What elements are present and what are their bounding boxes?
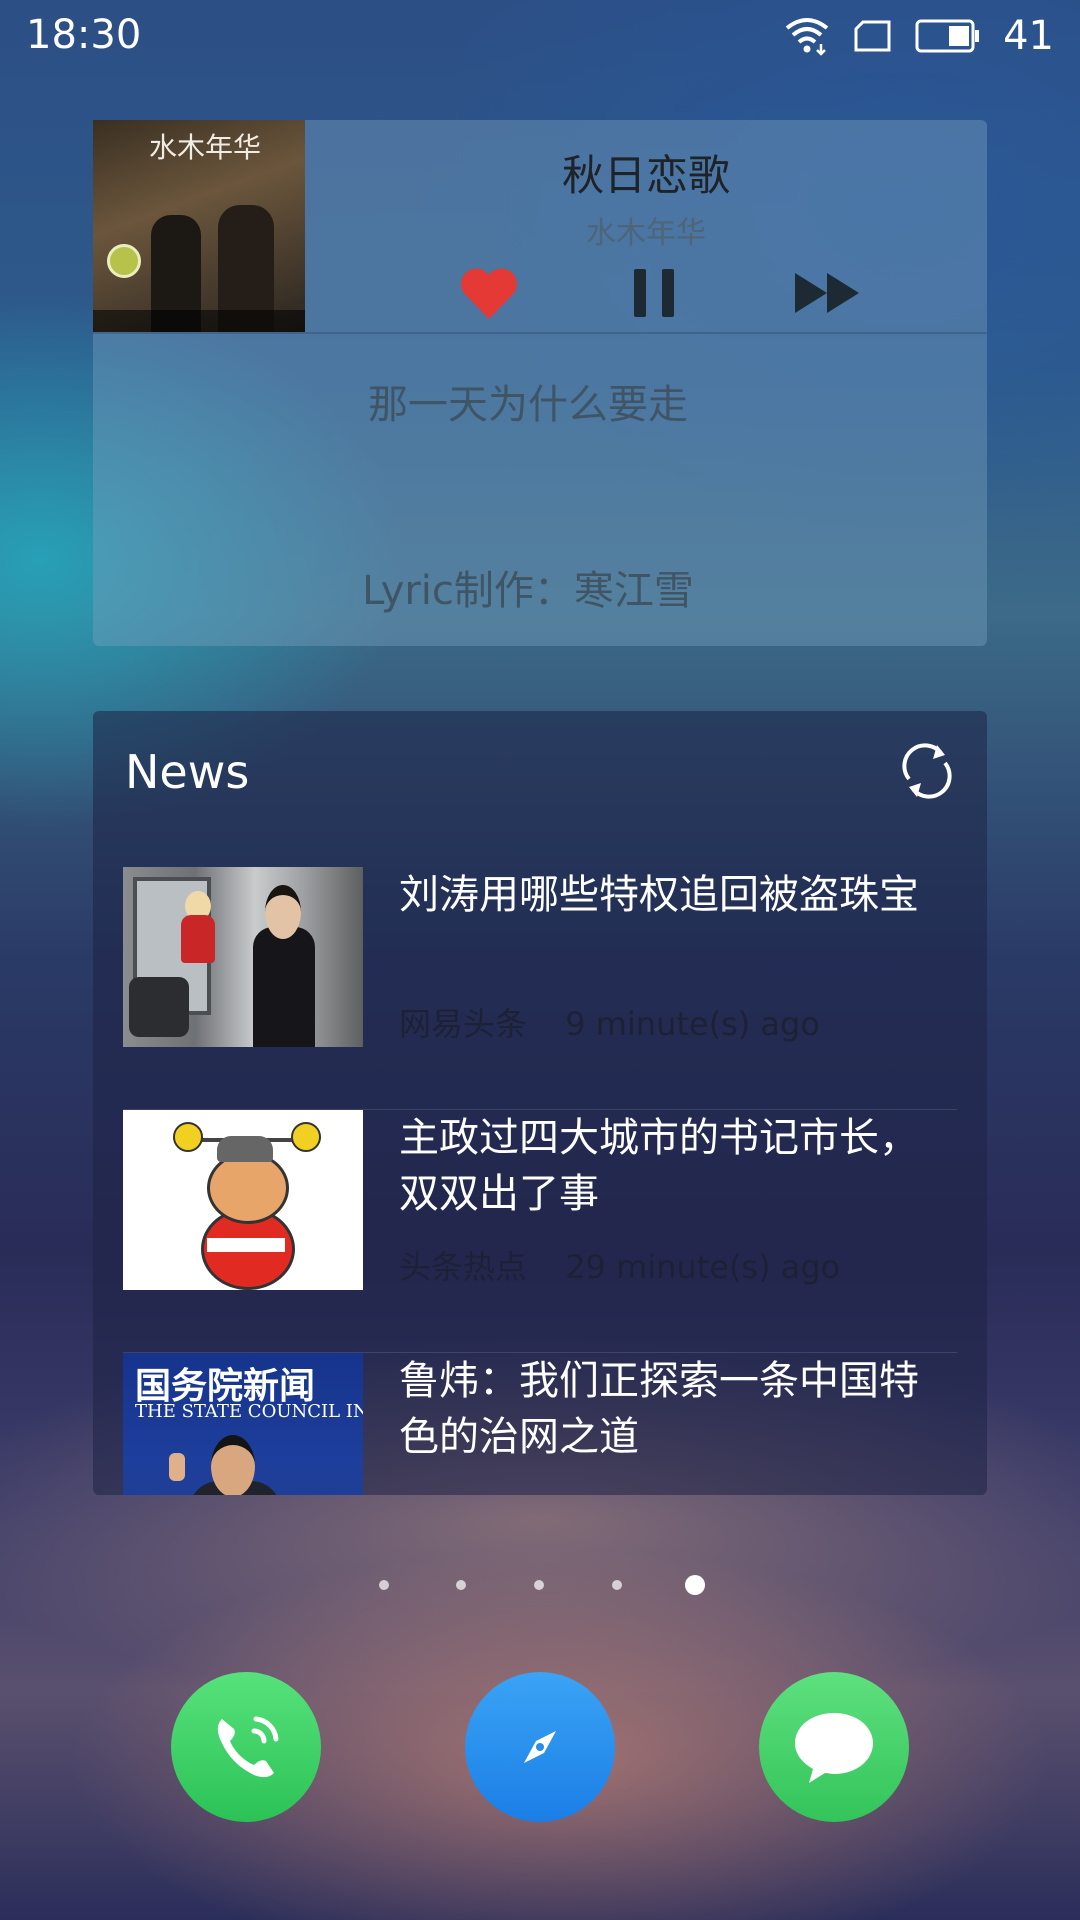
news-time: 29 minute(s) ago [565, 1248, 841, 1286]
thumbnail-banner-en: THE STATE COUNCIL INFO [135, 1401, 363, 1422]
news-thumbnail: 国务院新闻 THE STATE COUNCIL INFO [123, 1353, 363, 1495]
news-time: 9 minute(s) ago [565, 1005, 820, 1043]
news-widget: News 刘涛用哪些特权追回被盗珠宝 网易头条 9 minute(s) ago [93, 711, 987, 1495]
album-art[interactable]: 水木年华 [93, 120, 305, 332]
song-title: 秋日恋歌 [561, 151, 730, 200]
lyric-line-current: 那一天为什么要走 [368, 382, 688, 428]
pause-icon [634, 269, 674, 317]
music-widget[interactable]: 水木年华 秋日恋歌 水木年华 那一天为什么要走 Lyric制作：寒江雪 [93, 120, 987, 646]
news-item[interactable]: 国务院新闻 THE STATE COUNCIL INFO 鲁炜：我们正探索一条中… [123, 1353, 957, 1495]
news-item[interactable]: 刘涛用哪些特权追回被盗珠宝 网易头条 9 minute(s) ago [123, 867, 957, 1110]
messages-app-button[interactable] [759, 1672, 909, 1822]
messages-icon [795, 1713, 873, 1783]
news-widget-title: News [125, 745, 250, 799]
page-indicator [0, 1572, 1080, 1598]
page-dot[interactable] [379, 1580, 389, 1590]
news-thumbnail [123, 867, 363, 1047]
news-source: 网易头条 [399, 1005, 528, 1043]
news-item[interactable]: 主政过四大城市的书记市长，双双出了事 头条热点 29 minute(s) ago [123, 1110, 957, 1353]
favorite-button[interactable] [454, 260, 524, 326]
wifi-icon [785, 18, 829, 56]
song-artist: 水木年华 [586, 216, 706, 251]
page-dot-active[interactable] [685, 1575, 705, 1595]
pause-button[interactable] [619, 260, 689, 326]
page-dot[interactable] [612, 1580, 622, 1590]
news-meta: 头条热点 29 minute(s) ago [399, 1242, 840, 1288]
page-dot[interactable] [456, 1580, 466, 1590]
refresh-icon [902, 743, 952, 799]
phone-app-button[interactable] [171, 1672, 321, 1822]
page-dot[interactable] [534, 1580, 544, 1590]
fast-forward-icon [795, 273, 859, 313]
browser-compass-icon [524, 1731, 556, 1763]
battery-level: 41 [1003, 13, 1054, 59]
music-divider [93, 332, 987, 334]
status-bar: 18:30 41 [0, 0, 1080, 76]
status-icons: 41 [783, 14, 1054, 58]
status-time: 18:30 [26, 12, 142, 58]
lyric-line-credit: Lyric制作：寒江雪 [362, 568, 694, 614]
news-source: 头条热点 [399, 1248, 528, 1286]
news-headline: 刘涛用哪些特权追回被盗珠宝 [399, 872, 919, 918]
next-track-button[interactable] [793, 260, 863, 326]
sim-card-icon [854, 20, 891, 52]
news-meta: 网易头条 9 minute(s) ago [399, 999, 820, 1045]
heart-icon [461, 268, 517, 319]
album-strip [93, 310, 305, 332]
news-headline: 主政过四大城市的书记市长，双双出了事 [399, 1115, 919, 1217]
refresh-button[interactable] [897, 741, 957, 801]
playback-controls [305, 260, 987, 326]
browser-app-button[interactable] [465, 1672, 615, 1822]
news-thumbnail [123, 1110, 363, 1290]
news-headline: 鲁炜：我们正探索一条中国特色的治网之道 [399, 1358, 919, 1460]
album-badge [107, 244, 141, 278]
album-art-title: 水木年华 [149, 131, 262, 164]
battery-icon [915, 19, 980, 53]
phone-icon [217, 1716, 279, 1778]
